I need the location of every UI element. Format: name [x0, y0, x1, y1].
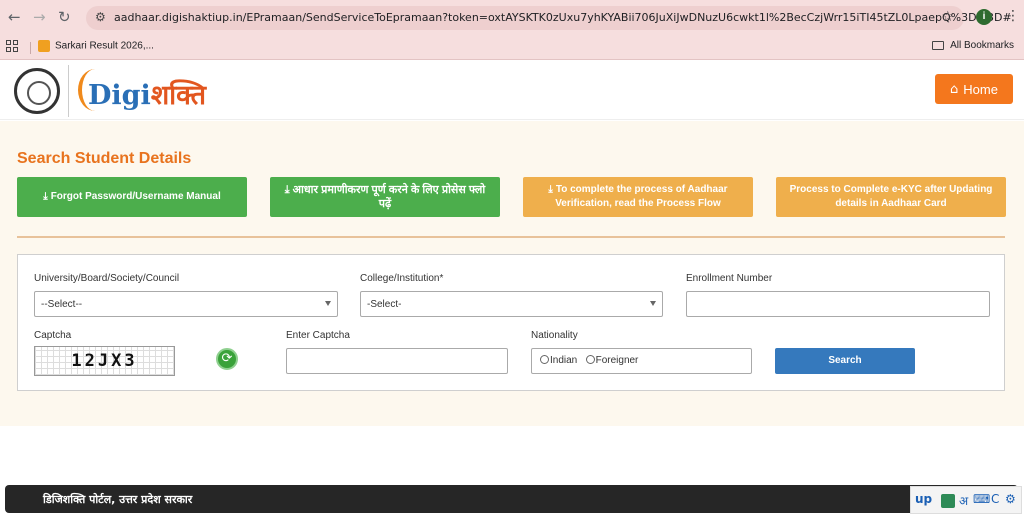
university-label: University/Board/Society/Council: [34, 273, 180, 284]
digishakti-logo[interactable]: Digiशक्ति: [78, 67, 218, 115]
address-bar[interactable]: ⚙ aadhaar.digishaktiup.in/EPramaan/SendS…: [86, 6, 1012, 30]
settings-gear-icon[interactable]: ⚙: [1005, 492, 1016, 506]
button-label: To complete the process of Aadhaar Verif…: [555, 184, 728, 209]
all-bookmarks-label: All Bookmarks: [950, 40, 1014, 51]
ime-language[interactable]: अ: [959, 492, 968, 509]
nationality-radio-group: Indian Foreigner: [531, 348, 752, 374]
enter-captcha-input[interactable]: [286, 348, 508, 374]
bookmark-label: Sarkari Result 2026,...: [55, 40, 154, 52]
site-header: Digiशक्ति ⌂ Home: [0, 61, 1024, 120]
site-info-icon[interactable]: ⚙: [95, 10, 106, 24]
radio-indian[interactable]: [540, 355, 549, 364]
footer-text: डिजिशक्ति पोर्टल, उत्तर प्रदेश सरकार: [43, 493, 193, 506]
chevron-down-icon: [325, 301, 331, 306]
enrollment-label: Enrollment Number: [686, 273, 773, 284]
university-select[interactable]: --Select--: [34, 291, 338, 317]
input-tool-widget[interactable]: up अ ⌨ C ⚙: [910, 486, 1022, 514]
button-label: Process to Complete e-KYC after Updating…: [789, 184, 993, 209]
radio-foreigner[interactable]: [585, 355, 595, 364]
home-icon: ⌂: [950, 81, 959, 97]
button-label: आधार प्रमाणीकरण पूर्ण करने के लिए प्रोसे…: [292, 184, 486, 210]
enter-captcha-label: Enter Captcha: [286, 330, 350, 341]
chevron-down-icon: [650, 301, 656, 306]
bookmarks-separator: [30, 42, 31, 54]
ime-brand: up: [915, 492, 933, 506]
search-form: University/Board/Society/Council --Selec…: [17, 254, 1005, 391]
ime-key[interactable]: C: [991, 492, 999, 506]
college-label: College/Institution*: [360, 273, 444, 284]
logo-latin-text: Digi: [88, 80, 151, 111]
download-icon: ⤓: [548, 184, 553, 195]
keyboard-icon[interactable]: ⌨: [973, 492, 990, 506]
nationality-indian-option[interactable]: Indian: [540, 355, 577, 366]
enrollment-number-input[interactable]: [686, 291, 990, 317]
folder-icon: [932, 40, 945, 50]
all-bookmarks[interactable]: All Bookmarks: [932, 40, 1014, 51]
university-select-value: --Select--: [41, 299, 83, 310]
radio-indian-label: Indian: [550, 355, 578, 366]
college-select-value: -Select-: [367, 299, 402, 310]
logo-hindi-text: शक्ति: [150, 80, 207, 111]
footer-bar: डिजिशक्ति पोर्टल, उत्तर प्रदेश सरकार: [5, 485, 1018, 513]
nationality-label: Nationality: [531, 330, 578, 341]
bookmarks-bar: Sarkari Result 2026,... All Bookmarks: [0, 34, 1024, 60]
forward-icon[interactable]: →: [33, 9, 46, 25]
forgot-password-manual-button[interactable]: ⤓ Forgot Password/Username Manual: [17, 177, 247, 217]
address-url[interactable]: aadhaar.digishaktiup.in/EPramaan/SendSer…: [114, 11, 1012, 24]
header-divider: [68, 65, 69, 117]
radio-foreigner-label: Foreigner: [595, 355, 639, 366]
nationality-foreigner-option[interactable]: Foreigner: [585, 355, 639, 366]
aadhaar-process-flow-button[interactable]: ⤓ To complete the process of Aadhaar Veri…: [523, 177, 753, 217]
profile-avatar[interactable]: i: [976, 9, 992, 25]
up-government-emblem-icon: [14, 68, 60, 114]
captcha-image: 12JX3: [34, 346, 175, 376]
ime-app-icon[interactable]: [941, 494, 955, 508]
college-select[interactable]: -Select-: [360, 291, 663, 317]
captcha-label: Captcha: [34, 330, 72, 341]
download-icon: ⤓: [43, 191, 48, 202]
home-button[interactable]: ⌂ Home: [935, 74, 1013, 104]
refresh-captcha-icon[interactable]: ⟳: [216, 348, 238, 370]
home-button-label: Home: [963, 81, 998, 97]
reload-icon[interactable]: ↻: [58, 9, 71, 25]
aadhaar-process-flow-hindi-button[interactable]: ⤓ आधार प्रमाणीकरण पूर्ण करने के लिए प्रोस…: [270, 177, 500, 217]
button-label: Forgot Password/Username Manual: [50, 191, 221, 202]
download-icon: ⤓: [284, 183, 290, 196]
section-divider: [17, 236, 1005, 238]
ekyc-process-button[interactable]: Process to Complete e-KYC after Updating…: [776, 177, 1006, 217]
back-icon[interactable]: ←: [8, 9, 21, 25]
search-button[interactable]: Search: [775, 348, 915, 374]
bookmark-favicon-icon: [38, 40, 50, 52]
browser-toolbar: ← → ↻ ⚙ aadhaar.digishaktiup.in/EPramaan…: [0, 0, 1024, 34]
bookmark-star-icon[interactable]: ☆: [941, 9, 954, 25]
bookmark-sarkari-result[interactable]: Sarkari Result 2026,...: [38, 40, 154, 52]
apps-grid-icon[interactable]: [6, 40, 18, 52]
page-title: Search Student Details: [17, 150, 192, 167]
browser-menu-icon[interactable]: ⋮: [1006, 8, 1020, 24]
main-content: Search Student Details ⤓ Forgot Password/…: [0, 121, 1024, 426]
